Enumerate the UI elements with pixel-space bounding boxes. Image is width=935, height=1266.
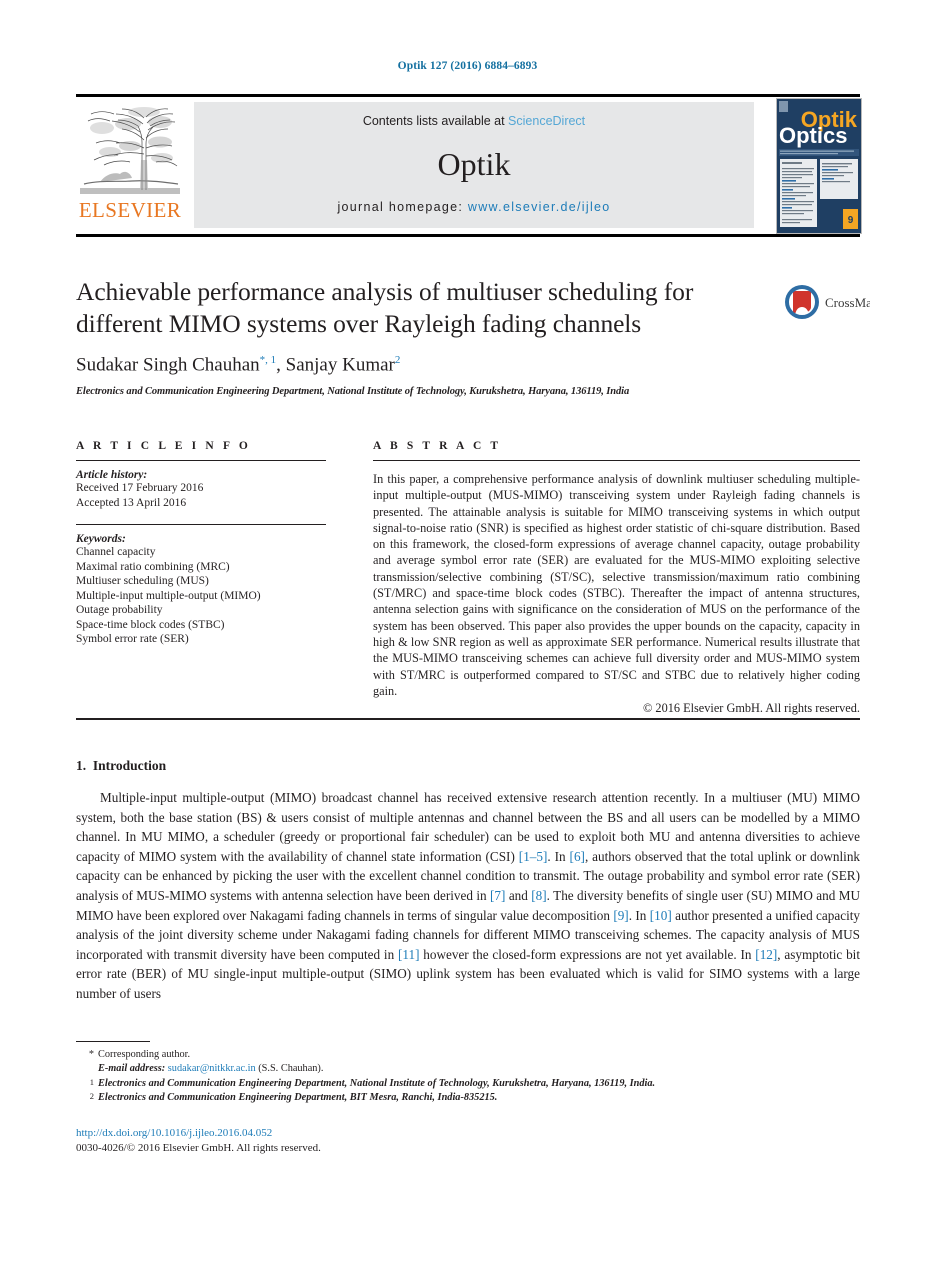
abstract-text: In this paper, a comprehensive performan… <box>373 472 860 698</box>
footnote-text: Corresponding author. <box>98 1049 191 1060</box>
footnote-mark: * <box>88 1049 94 1060</box>
article-history-group: Article history: Received 17 February 20… <box>76 469 326 510</box>
running-head: Optik 127 (2016) 6884–6893 <box>397 60 538 72</box>
keywords-label: Keywords: <box>76 533 126 545</box>
citation-link[interactable]: [6] <box>570 849 585 864</box>
article-history-label: Article history: <box>76 469 148 481</box>
journal-title: Optik <box>437 146 511 182</box>
abstract-column: A B S T R A C T In this paper, a compreh… <box>373 440 860 716</box>
footnote-block: * Corresponding author. E-mail address: … <box>76 1048 860 1106</box>
article-history-item: Received 17 February 2016 <box>76 482 204 494</box>
article-info-divider-2 <box>76 524 326 525</box>
svg-text:Optics: Optics <box>779 123 847 148</box>
page-title: Achievable performance analysis of multi… <box>76 277 694 338</box>
crossmark-label: CrossMark <box>825 295 870 310</box>
introduction-section: 1. Introduction Multiple-input multiple-… <box>76 758 860 1004</box>
issn-copyright-line: 0030-4026/© 2016 Elsevier GmbH. All righ… <box>76 1142 321 1154</box>
abstract-copyright: © 2016 Elsevier GmbH. All rights reserve… <box>643 701 860 716</box>
keyword-item: Maximal ratio combining (MRC) <box>76 560 230 573</box>
abstract-heading: A B S T R A C T <box>373 440 502 452</box>
masthead-bottom-rule <box>76 234 860 237</box>
email-address-label: E-mail address: <box>98 1063 166 1075</box>
citation-link[interactable]: [12] <box>755 947 777 962</box>
doi-block: http://dx.doi.org/10.1016/j.ijleo.2016.0… <box>76 1126 860 1156</box>
introduction-heading: 1. Introduction <box>76 758 860 774</box>
citation-link[interactable]: [9] <box>613 908 628 923</box>
section-title: Introduction <box>92 758 167 773</box>
elsevier-wordmark: ELSEVIER <box>78 198 182 222</box>
keyword-item: Symbol error rate (SER) <box>76 633 189 645</box>
keyword-item: Outage probability <box>76 604 163 616</box>
keyword-item: Multiuser scheduling (MUS) <box>76 575 209 587</box>
citation-link[interactable]: [7] <box>490 888 505 903</box>
footnote-affiliation-1: 1 Electronics and Communication Engineer… <box>76 1077 860 1091</box>
footnote-text: Electronics and Communication Engineerin… <box>98 1092 498 1104</box>
cover-volume-number: 9 <box>848 215 854 226</box>
citation-link[interactable]: [11] <box>398 947 419 962</box>
journal-homepage-line: journal homepage: www.elsevier.de/ijleo <box>194 200 754 214</box>
paper-page: Optik 127 (2016) 6884–6893 ELSEVIER Cont… <box>0 0 935 1266</box>
footnote-affiliation-2: 2 Electronics and Communication Engineer… <box>76 1091 860 1105</box>
footnote-email: E-mail address: sudakar@nitkkr.ac.in (S.… <box>76 1062 860 1076</box>
abstract-divider <box>373 460 860 461</box>
author-list: Sudakar Singh Chauhan*, 1, Sanjay Kumar2 <box>76 354 776 376</box>
paragraph-text: . In <box>628 907 650 923</box>
elsevier-tree-icon <box>80 102 180 194</box>
article-info-column: A R T I C L E I N F O Article history: R… <box>76 440 326 647</box>
elsevier-logo: ELSEVIER <box>76 102 184 228</box>
author-name-1: Sudakar Singh Chauhan <box>76 354 260 376</box>
doi-link[interactable]: http://dx.doi.org/10.1016/j.ijleo.2016.0… <box>76 1126 860 1141</box>
author-marks-2: 2 <box>394 354 401 366</box>
footnote-divider <box>76 1041 150 1043</box>
citation-link[interactable]: [1–5] <box>519 849 548 864</box>
introduction-paragraph: Multiple-input multiple-output (MIMO) br… <box>76 788 860 1004</box>
contents-prefix-text: Contents lists available at <box>362 114 509 128</box>
journal-cover-thumbnail[interactable]: Optik Optics 9 <box>776 98 862 234</box>
paragraph-text: . In <box>547 848 570 864</box>
sciencedirect-link[interactable]: ScienceDirect <box>508 114 585 128</box>
keyword-item: Multiple-input multiple-output (MIMO) <box>76 589 261 602</box>
article-info-heading: A R T I C L E I N F O <box>76 440 251 452</box>
contents-panel: Contents lists available at ScienceDirec… <box>194 102 754 228</box>
footnote-mark: 2 <box>89 1091 94 1102</box>
contents-available-line: Contents lists available at ScienceDirec… <box>194 114 754 128</box>
paragraph-text: however the closed-form expressions are … <box>419 946 756 962</box>
author-marks-1: *, 1 <box>259 354 277 366</box>
section-number: 1. <box>76 758 87 773</box>
abstract-bottom-rule <box>76 718 860 720</box>
footnote-mark: 1 <box>89 1076 94 1087</box>
crossmark-badge[interactable]: CrossMark <box>784 283 883 321</box>
citation-link[interactable]: [10] <box>650 908 672 923</box>
citation-link[interactable]: [8] <box>531 888 546 903</box>
article-history-item: Accepted 13 April 2016 <box>76 496 187 509</box>
footnote-text: Electronics and Communication Engineerin… <box>98 1077 656 1089</box>
footnote-text: (S.S. Chauhan). <box>255 1063 324 1075</box>
keyword-item: Space-time block codes (STBC) <box>76 618 225 631</box>
masthead-top-rule <box>76 94 860 97</box>
keyword-item: Channel capacity <box>76 546 156 558</box>
author-affiliation: Electronics and Communication Engineerin… <box>76 386 630 398</box>
article-info-divider-1 <box>76 460 326 461</box>
title-block: Achievable performance analysis of multi… <box>76 276 776 397</box>
journal-homepage-link[interactable]: www.elsevier.de/ijleo <box>468 200 611 214</box>
paragraph-text: and <box>505 887 532 903</box>
journal-masthead: ELSEVIER Contents lists available at Sci… <box>76 94 862 237</box>
homepage-prefix-text: journal homepage: <box>337 200 468 214</box>
author-name-2: Sanjay Kumar <box>285 354 395 376</box>
author-separator: , <box>276 354 286 376</box>
footnote-corresponding-author: * Corresponding author. <box>76 1048 860 1062</box>
keywords-group: Keywords: Channel capacity Maximal ratio… <box>76 533 326 647</box>
email-link[interactable]: sudakar@nitkkr.ac.in <box>168 1063 256 1074</box>
